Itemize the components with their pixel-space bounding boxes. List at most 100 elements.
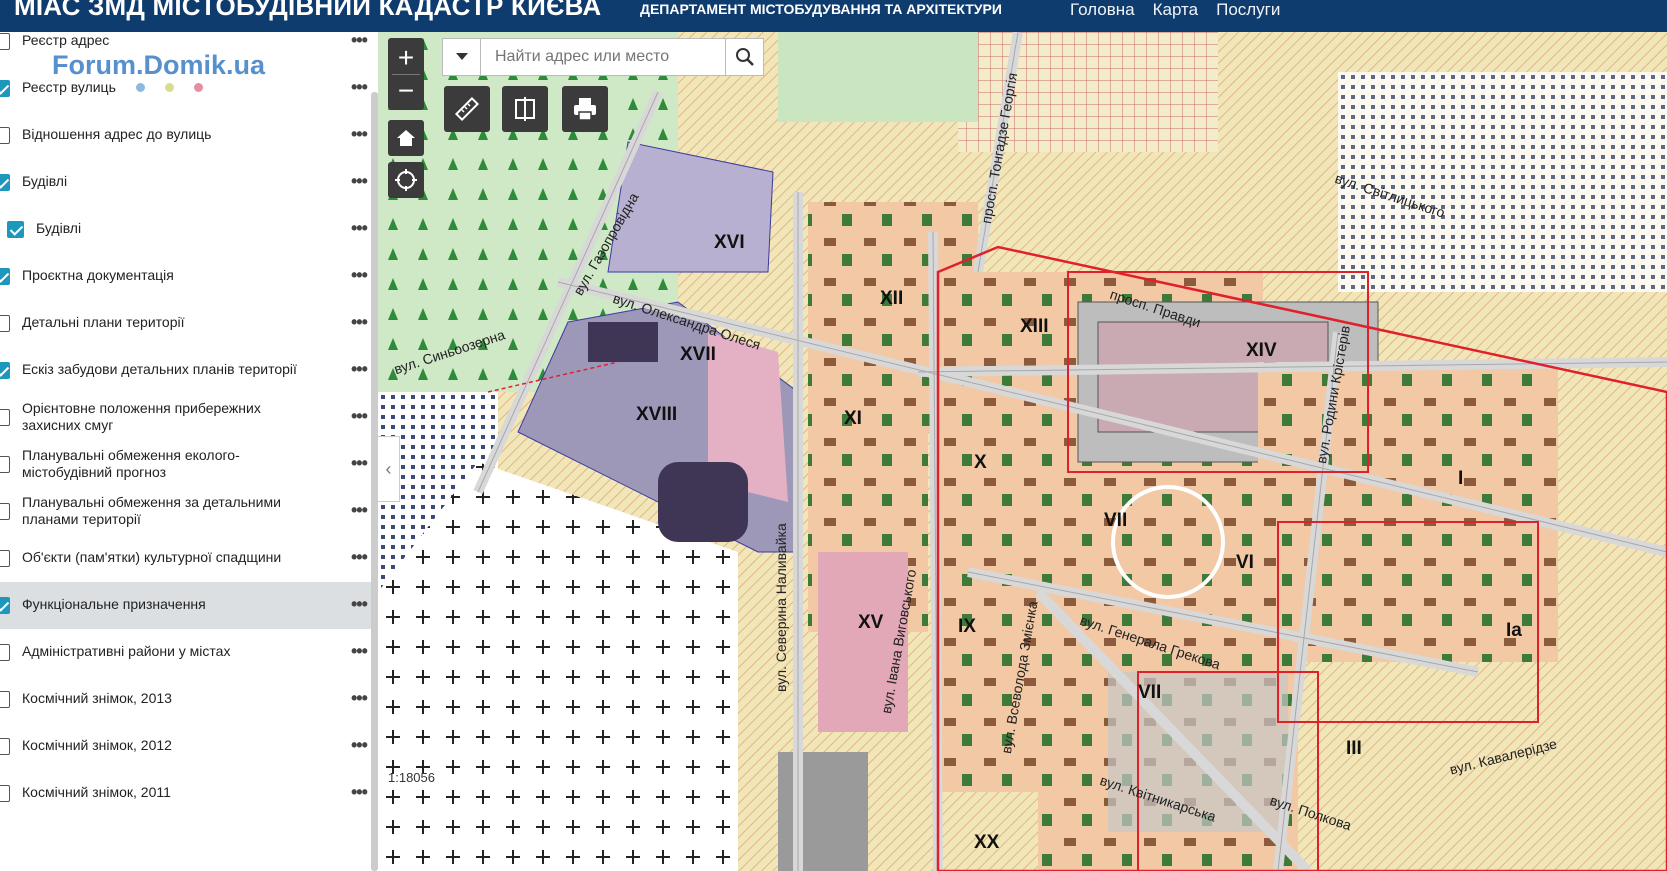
layer-label: Реєстр адрес	[22, 32, 110, 48]
district-label: XIII	[1020, 316, 1049, 337]
sidebar-scrollbar[interactable]	[371, 92, 378, 871]
layer-checkbox[interactable]	[0, 503, 10, 520]
measure-button[interactable]	[444, 86, 490, 132]
layer-options-icon[interactable]: •••	[351, 594, 368, 615]
nav-map[interactable]: Карта	[1153, 0, 1199, 22]
locate-button[interactable]	[388, 162, 424, 198]
layer-checkbox[interactable]	[0, 644, 10, 661]
collapse-sidebar-button[interactable]: ‹	[378, 436, 400, 502]
layer-options-icon[interactable]: •••	[351, 641, 368, 662]
layer-checkbox[interactable]	[0, 268, 10, 285]
search-source-dropdown[interactable]	[443, 39, 481, 75]
layer-label: Орієнтовне положення прибережних захисни…	[22, 400, 261, 433]
nav-home[interactable]: Головна	[1070, 0, 1135, 22]
layer-item[interactable]: Адміністративні райони у містах •••	[0, 629, 373, 676]
layer-checkbox[interactable]	[0, 362, 10, 379]
layer-options-icon[interactable]: •••	[351, 782, 368, 803]
layer-options-icon[interactable]: •••	[351, 77, 368, 98]
print-button[interactable]	[562, 86, 608, 132]
layer-checkbox[interactable]	[0, 409, 10, 426]
layer-item[interactable]: Космічний знімок, 2013 •••	[0, 676, 373, 723]
layer-item[interactable]: Будівлі •••	[0, 206, 373, 253]
zoom-in-button[interactable]: +	[398, 42, 414, 74]
layer-label: Космічний знімок, 2013	[22, 690, 172, 706]
layer-item[interactable]: Відношення адрес до вулиць •••	[0, 112, 373, 159]
district-label: VI	[1236, 552, 1254, 573]
layer-options-icon[interactable]: •••	[351, 124, 368, 145]
layer-checkbox[interactable]	[0, 550, 10, 567]
layer-item[interactable]: Ескіз забудови детальних планів територі…	[0, 347, 373, 394]
map-view[interactable]: вул. Газопровідна вул. Олександра Олеся ву…	[378, 32, 1667, 871]
layer-options-icon[interactable]: •••	[351, 265, 368, 286]
layer-item[interactable]: Планувальні обмеження за детальними план…	[0, 488, 373, 535]
search-button[interactable]	[725, 39, 763, 75]
swipe-compare-button[interactable]	[502, 86, 548, 132]
layer-options-icon[interactable]: •••	[351, 688, 368, 709]
district-label: XVII	[680, 344, 716, 365]
layer-item[interactable]: Космічний знімок, 2012 •••	[0, 723, 373, 770]
street-label: вул. Северина Наливайка	[773, 523, 789, 692]
layer-checkbox[interactable]	[0, 691, 10, 708]
chevron-down-icon	[455, 53, 468, 60]
app-header: МІАС ЗМД МІСТОБУДІВНИЙ КАДАСТР КИЄВА ДЕП…	[0, 0, 1667, 32]
layer-checkbox[interactable]	[0, 785, 10, 802]
zoom-out-button[interactable]: −	[398, 75, 414, 107]
layer-item[interactable]: Функціональне призначення •••	[0, 582, 373, 629]
district-label: XV	[858, 612, 884, 633]
layer-options-icon[interactable]: •••	[351, 312, 368, 333]
layer-checkbox[interactable]	[0, 80, 10, 97]
district-label: IX	[958, 616, 976, 637]
layer-options-icon[interactable]: •••	[351, 32, 368, 51]
layer-item[interactable]: Космічний знімок, 2011 •••	[0, 770, 373, 817]
layer-item[interactable]: Детальні плани території •••	[0, 300, 373, 347]
district-label: I	[1458, 468, 1464, 489]
legend-dot	[194, 82, 203, 92]
layer-checkbox[interactable]	[7, 221, 24, 238]
layer-label: Будівлі	[22, 173, 68, 189]
layer-label: Ескіз забудови детальних планів територі…	[22, 361, 297, 377]
app-title: МІАС ЗМД МІСТОБУДІВНИЙ КАДАСТР КИЄВА	[14, 0, 602, 21]
legend-dot	[136, 82, 145, 92]
layer-checkbox[interactable]	[0, 33, 10, 50]
search-icon	[735, 48, 754, 66]
layer-item[interactable]: Будівлі •••	[0, 159, 373, 206]
layer-checkbox[interactable]	[0, 315, 10, 332]
layer-label: Об'єкти (пам'ятки) культурної спадщини	[22, 549, 282, 565]
layer-list-panel: Реєстр адрес ••• Реєстр вулиць ••• Відношенн…	[0, 32, 378, 871]
layer-item[interactable]: Проєктна документація •••	[0, 253, 373, 300]
layer-item[interactable]: Планувальні обмеження еколого-містобудів…	[0, 441, 373, 488]
layer-checkbox[interactable]	[0, 456, 10, 473]
layer-item[interactable]: Об'єкти (пам'ятки) культурної спадщини ••…	[0, 535, 373, 582]
split-view-icon	[515, 97, 535, 121]
layer-label: Адміністративні райони у містах	[22, 643, 231, 659]
district-label: XII	[880, 288, 904, 309]
home-button[interactable]	[388, 120, 424, 156]
layer-label: Планувальні обмеження еколого-містобудів…	[22, 447, 240, 480]
layer-label: Космічний знімок, 2011	[22, 784, 171, 800]
map-scale: 1:18056	[388, 770, 435, 785]
layer-options-icon[interactable]: •••	[351, 453, 368, 474]
layer-options-icon[interactable]: •••	[351, 171, 368, 192]
layer-checkbox[interactable]	[0, 597, 10, 614]
layer-checkbox[interactable]	[0, 738, 10, 755]
district-label: VII	[1138, 682, 1162, 703]
district-label: X	[974, 452, 987, 473]
layer-item[interactable]: Орієнтовне положення прибережних захисни…	[0, 394, 373, 441]
layer-options-icon[interactable]: •••	[351, 500, 368, 521]
district-label: VII	[1104, 510, 1128, 531]
layer-checkbox[interactable]	[0, 127, 10, 144]
district-label: XIV	[1246, 340, 1277, 361]
layer-options-icon[interactable]: •••	[351, 547, 368, 568]
search-input[interactable]	[481, 39, 725, 75]
ruler-icon	[454, 96, 480, 122]
layer-options-icon[interactable]: •••	[351, 218, 368, 239]
district-label: XX	[974, 832, 1000, 853]
crosshair-icon	[395, 169, 417, 191]
layer-options-icon[interactable]: •••	[351, 406, 368, 427]
layer-options-icon[interactable]: •••	[351, 735, 368, 756]
layer-checkbox[interactable]	[0, 174, 10, 191]
layer-options-icon[interactable]: •••	[351, 359, 368, 380]
layer-label: Детальні плани території	[22, 314, 185, 330]
nav-services[interactable]: Послуги	[1216, 0, 1280, 22]
map-canvas[interactable]	[378, 32, 1667, 871]
